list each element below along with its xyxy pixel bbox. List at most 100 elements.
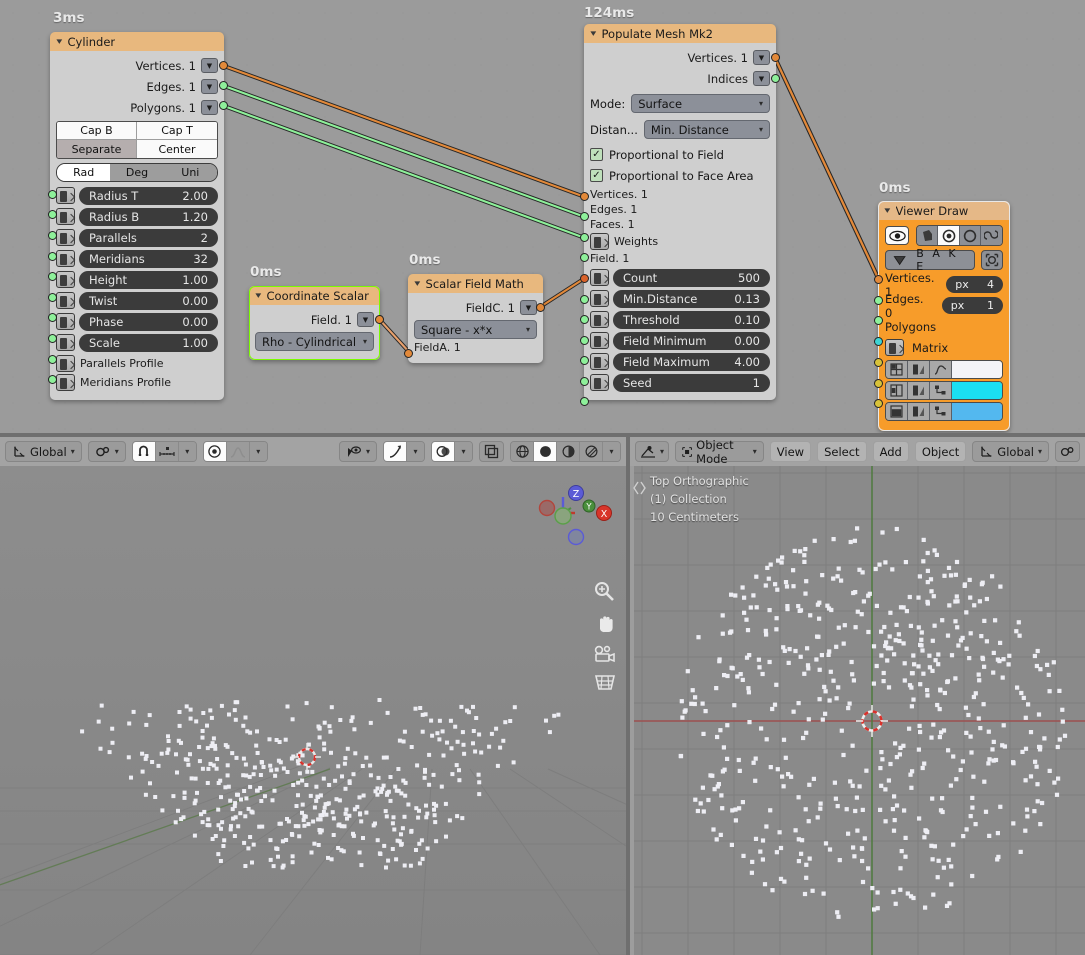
chevron-down-icon[interactable]: ▼ <box>201 100 218 115</box>
output-indices[interactable]: Indices ▼ <box>590 68 770 89</box>
distance-select[interactable]: Min. Distance ▾ <box>643 120 770 139</box>
socket-in-phase[interactable] <box>48 313 57 322</box>
shading-solid-icon[interactable] <box>534 442 557 461</box>
socket-in-edges-viewer[interactable] <box>874 296 883 305</box>
toggle-center[interactable]: Center <box>137 140 217 158</box>
animate-property-icon[interactable] <box>56 229 75 246</box>
visibility-button[interactable]: ▾ <box>338 441 377 462</box>
animate-property-icon[interactable] <box>56 187 75 204</box>
socket-out-field[interactable] <box>375 315 384 324</box>
output-polygons[interactable]: Polygons. 1 ▼ <box>56 97 218 118</box>
shading-point-icon[interactable] <box>938 226 960 245</box>
curve-icon[interactable] <box>930 361 952 378</box>
socket-in-fielda[interactable] <box>404 349 413 358</box>
socket-in-parallels-profile[interactable] <box>48 355 57 364</box>
xray-button[interactable] <box>479 441 504 462</box>
chevron-down-icon[interactable]: ▾ <box>407 442 424 461</box>
face-icon[interactable] <box>886 403 908 420</box>
socket-in-min-distance[interactable] <box>580 315 589 324</box>
segment-uni[interactable]: Uni <box>163 164 217 181</box>
socket-in-edge-color[interactable] <box>874 379 883 388</box>
input-edges[interactable]: Edges. 1 <box>590 203 770 216</box>
snap-increment-icon[interactable] <box>155 442 179 461</box>
socket-in-seed[interactable] <box>580 397 589 406</box>
color-swatch-polygons[interactable] <box>952 403 1002 420</box>
input-weights[interactable]: Weights <box>590 233 770 250</box>
param-threshold[interactable]: Threshold 0.10 <box>590 309 770 330</box>
param-meridians[interactable]: Meridians 32 <box>56 248 218 269</box>
gizmo-group[interactable]: ▾ <box>383 441 425 462</box>
menu-add[interactable]: Add <box>872 441 909 462</box>
snap-target-button-right[interactable] <box>1055 441 1080 462</box>
menu-select[interactable]: Select <box>817 441 867 462</box>
checkmark-icon[interactable]: ✓ <box>590 169 603 182</box>
socket-in-matrix-viewer[interactable] <box>874 337 883 346</box>
animate-property-icon[interactable] <box>590 374 609 391</box>
input-faces[interactable]: Faces. 1 <box>590 218 770 231</box>
animate-property-icon[interactable] <box>590 353 609 370</box>
cap-toggles[interactable]: Cap B Cap T Separate Center <box>56 121 218 159</box>
shading-flat-icon[interactable] <box>917 226 939 245</box>
socket-in-radius-t[interactable] <box>48 190 57 199</box>
color-row-vertices[interactable] <box>885 360 1003 379</box>
node-header-viewer-draw[interactable]: ▾ Viewer Draw <box>878 201 1010 220</box>
chevron-down-icon[interactable]: ▾ <box>414 279 420 289</box>
color-row-polygons[interactable] <box>885 402 1003 421</box>
socket-out-edges[interactable] <box>219 81 228 90</box>
node-header-populate-mesh[interactable]: ▾ Populate Mesh Mk2 <box>584 24 776 43</box>
shading-group[interactable]: ▾ <box>510 441 621 462</box>
param-seed[interactable]: Seed 1 <box>590 372 770 393</box>
socket-in-meridians[interactable] <box>48 252 57 261</box>
chevron-down-icon[interactable]: ▼ <box>201 79 218 94</box>
socket-in-scale[interactable] <box>48 334 57 343</box>
snap-magnet-icon[interactable] <box>132 442 156 461</box>
socket-in-field-maximum[interactable] <box>580 377 589 386</box>
bake-button[interactable]: B A K E <box>885 247 975 273</box>
node-header-coordinate-scalar-field[interactable]: ▾ Coordinate Scalar F... <box>249 286 380 305</box>
chevron-down-icon[interactable]: ▾ <box>603 442 620 461</box>
animate-property-icon[interactable] <box>590 233 609 250</box>
proportional-edit-group[interactable]: ▾ <box>202 441 268 462</box>
toggle-cap-b[interactable]: Cap B <box>57 122 137 140</box>
chevron-down-icon[interactable]: ▼ <box>201 58 218 73</box>
sidebar-toggle-icon[interactable] <box>630 478 648 498</box>
node-coordinate-scalar-field[interactable]: ▾ Coordinate Scalar F... Field. 1 ▼ Rho … <box>249 286 380 360</box>
coordinate-mode-select[interactable]: Rho - Cylindrical ▾ <box>255 332 374 351</box>
socket-in-count[interactable] <box>580 295 589 304</box>
segment-deg[interactable]: Deg <box>110 164 164 181</box>
chevron-down-icon[interactable]: ▾ <box>590 29 596 39</box>
param-scale[interactable]: Scale 1.00 <box>56 332 218 353</box>
socket-in-polygons-viewer[interactable] <box>874 316 883 325</box>
row-matrix[interactable]: Matrix <box>885 337 1003 358</box>
row-edges[interactable]: Edges. 0 px 1 <box>885 292 1003 320</box>
chevron-down-icon[interactable]: ▾ <box>56 37 62 47</box>
animate-property-icon[interactable] <box>56 374 75 391</box>
node-viewer-draw[interactable]: ▾ Viewer Draw B A K E Vertices. 1 px 4 E… <box>878 201 1010 431</box>
row-polygons[interactable]: Polygons <box>885 316 1003 337</box>
socket-in-twist[interactable] <box>48 293 57 302</box>
animate-property-icon[interactable] <box>56 208 75 225</box>
animate-property-icon[interactable] <box>56 313 75 330</box>
socket-in-polygon-color[interactable] <box>874 399 883 408</box>
toggle-cap-t[interactable]: Cap T <box>137 122 217 140</box>
animate-property-icon[interactable] <box>56 292 75 309</box>
snap-target-button[interactable]: ▾ <box>87 441 126 462</box>
node-header-cylinder[interactable]: ▾ Cylinder <box>50 32 224 51</box>
math-operation-select[interactable]: Square - x*x ▾ <box>414 320 537 339</box>
chevron-down-icon[interactable]: ▼ <box>753 50 770 65</box>
bake-row[interactable]: B A K E <box>885 247 1003 273</box>
color-swatch-edges[interactable] <box>952 382 1002 399</box>
animate-property-icon[interactable] <box>56 250 75 267</box>
transform-orientation-button-right[interactable]: Global ▾ <box>972 441 1049 462</box>
socket-out-vertices[interactable] <box>219 61 228 70</box>
select-object-icon[interactable] <box>981 250 1003 270</box>
object-mode-button[interactable]: Object Mode ▾ <box>675 438 764 466</box>
socket-in-field-minimum[interactable] <box>580 356 589 365</box>
snap-group[interactable]: ▾ <box>131 441 197 462</box>
zoom-icon[interactable] <box>592 580 616 604</box>
socket-in-parallels[interactable] <box>48 231 57 240</box>
segment-rad[interactable]: Rad <box>57 164 111 181</box>
falloff-icon[interactable] <box>226 442 250 461</box>
mode-select[interactable]: Surface ▾ <box>631 94 770 113</box>
gizmo-icon[interactable] <box>384 442 407 461</box>
